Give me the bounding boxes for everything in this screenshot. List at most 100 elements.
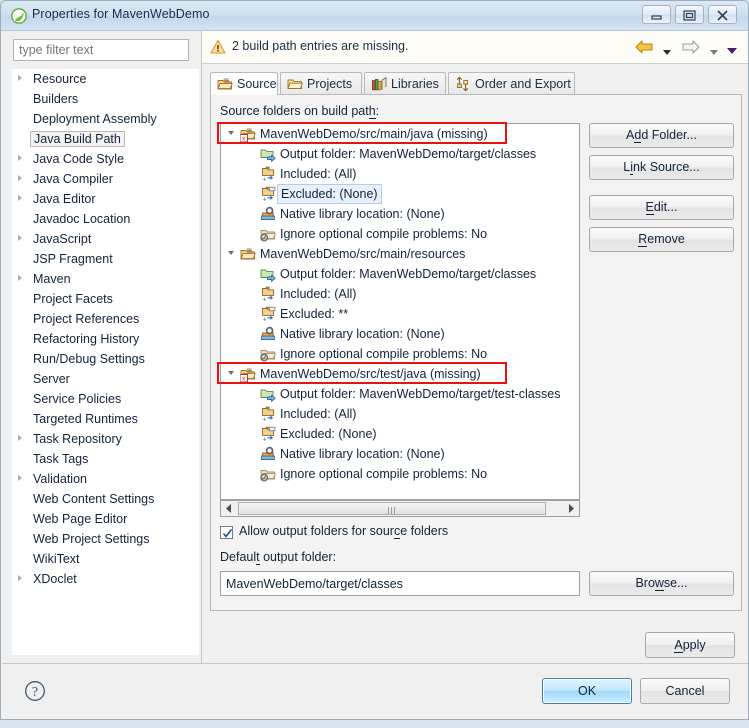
source-tree-row[interactable]: Native library location: (None) (221, 444, 579, 464)
sidebar-item-javadoc-location[interactable]: Javadoc Location (7, 209, 199, 229)
forward-arrow-icon[interactable] (681, 39, 701, 58)
source-tree-hscrollbar[interactable] (220, 500, 580, 517)
expand-arrow-icon[interactable] (18, 195, 22, 201)
sidebar-item-xdoclet[interactable]: XDoclet (7, 569, 199, 589)
sidebar-item-label: Deployment Assembly (33, 112, 157, 126)
collapse-arrow-icon[interactable] (228, 131, 234, 135)
source-tree-row[interactable]: + Excluded: (None) (221, 424, 579, 444)
sidebar-item-server[interactable]: Server (7, 369, 199, 389)
svg-text:+: + (262, 316, 266, 322)
sidebar-item-project-facets[interactable]: Project Facets (7, 289, 199, 309)
source-tree-row[interactable]: Ignore optional compile problems: No (221, 344, 579, 364)
tab-libraries[interactable]: Libraries (364, 72, 446, 95)
sidebar-item-project-references[interactable]: Project References (7, 309, 199, 329)
edit-button[interactable]: Edit... (589, 195, 734, 220)
source-tree-row-label: Included: (All) (280, 407, 357, 421)
source-tree-row[interactable]: Output folder: MavenWebDemo/target/class… (221, 144, 579, 164)
source-tree-row[interactable]: + Included: (All) (221, 284, 579, 304)
source-tree-row-label: Excluded: (None) (280, 427, 377, 441)
source-tree-row[interactable]: x MavenWebDemo/src/test/java (missing) (221, 364, 579, 384)
sidebar-item-maven[interactable]: Maven (7, 269, 199, 289)
chevron-down-icon[interactable] (726, 44, 738, 58)
sidebar-item-label: Resource (33, 72, 87, 86)
source-tree-row[interactable]: + Excluded: (None) (221, 184, 579, 204)
source-tree-row[interactable]: Ignore optional compile problems: No (221, 224, 579, 244)
default-output-pre: Defaul (220, 550, 257, 564)
apply-button[interactable]: Apply (645, 632, 735, 658)
source-folders-tree[interactable]: x MavenWebDemo/src/main/java (missing) Out… (220, 123, 580, 500)
sidebar-item-refactoring-history[interactable]: Refactoring History (7, 329, 199, 349)
source-tree-row[interactable]: Native library location: (None) (221, 324, 579, 344)
sidebar-item-java-code-style[interactable]: Java Code Style (7, 149, 199, 169)
source-folder-icon (217, 76, 233, 92)
included-icon: + (260, 166, 276, 183)
apply-mnemonic: A (674, 637, 683, 653)
sidebar-item-deployment-assembly[interactable]: Deployment Assembly (7, 109, 199, 129)
ok-label: OK (577, 684, 597, 698)
sidebar-item-resource[interactable]: Resource (7, 69, 199, 89)
source-tree-row[interactable]: + Excluded: ** (221, 304, 579, 324)
source-tree-row[interactable]: Ignore optional compile problems: No (221, 464, 579, 484)
close-button[interactable] (708, 5, 737, 24)
tab-label: Libraries (391, 77, 439, 91)
browse-button[interactable]: Browse... (589, 571, 734, 596)
expand-arrow-icon[interactable] (18, 275, 22, 281)
sidebar-item-task-repository[interactable]: Task Repository (7, 429, 199, 449)
sidebar-item-targeted-runtimes[interactable]: Targeted Runtimes (7, 409, 199, 429)
default-output-folder-label: Default output folder: (220, 550, 336, 565)
add-folder-button[interactable]: Add Folder... (589, 123, 734, 148)
back-arrow-icon[interactable] (634, 39, 654, 58)
filter-input[interactable] (13, 39, 189, 61)
remove-button[interactable]: Remove (589, 227, 734, 252)
hscroll-right-arrow-icon[interactable] (563, 501, 579, 516)
sidebar-item-jsp-fragment[interactable]: JSP Fragment (7, 249, 199, 269)
settings-tree[interactable]: Resource Builders Deployment Assembly Java … (7, 69, 199, 655)
sidebar-item-web-project-settings[interactable]: Web Project Settings (7, 529, 199, 549)
allow-output-folders-checkbox[interactable] (220, 526, 233, 539)
hscroll-thumb[interactable] (238, 502, 546, 515)
source-tree-row[interactable]: MavenWebDemo/src/main/resources (221, 244, 579, 264)
expand-arrow-icon[interactable] (18, 175, 22, 181)
help-question-icon[interactable]: ? (24, 680, 46, 702)
expand-arrow-icon[interactable] (18, 75, 22, 81)
source-tree-row[interactable]: x MavenWebDemo/src/main/java (missing) (221, 124, 579, 144)
tab-order-and-export[interactable]: Order and Export (448, 72, 575, 95)
source-tree-row[interactable]: Native library location: (None) (221, 204, 579, 224)
expand-arrow-icon[interactable] (18, 435, 22, 441)
sidebar-item-java-editor[interactable]: Java Editor (7, 189, 199, 209)
sidebar-item-javascript[interactable]: JavaScript (7, 229, 199, 249)
collapse-arrow-icon[interactable] (228, 251, 234, 255)
sidebar-item-wikitext[interactable]: WikiText (7, 549, 199, 569)
expand-arrow-icon[interactable] (18, 475, 22, 481)
expand-arrow-icon[interactable] (18, 235, 22, 241)
forward-history-chevron-down-icon[interactable] (709, 45, 719, 59)
tab-projects[interactable]: Projects (280, 72, 362, 95)
cancel-button[interactable]: Cancel (640, 678, 730, 704)
sidebar-item-java-compiler[interactable]: Java Compiler (7, 169, 199, 189)
sidebar-item-validation[interactable]: Validation (7, 469, 199, 489)
maximize-button[interactable] (675, 5, 704, 24)
ok-button[interactable]: OK (542, 678, 632, 704)
expand-arrow-icon[interactable] (18, 575, 22, 581)
sidebar-item-task-tags[interactable]: Task Tags (7, 449, 199, 469)
sidebar-item-builders[interactable]: Builders (7, 89, 199, 109)
source-tree-row[interactable]: Output folder: MavenWebDemo/target/test-… (221, 384, 579, 404)
expand-arrow-icon[interactable] (18, 155, 22, 161)
default-output-folder-input[interactable] (220, 571, 580, 596)
excluded-icon: + (260, 306, 276, 323)
source-tree-row[interactable]: + Included: (All) (221, 404, 579, 424)
sidebar-item-java-build-path[interactable]: Java Build Path (7, 129, 199, 149)
sidebar-item-web-page-editor[interactable]: Web Page Editor (7, 509, 199, 529)
minimize-button[interactable] (642, 5, 671, 24)
link-source-button[interactable]: Link Source... (589, 155, 734, 180)
collapse-arrow-icon[interactable] (228, 371, 234, 375)
sidebar-item-web-content-settings[interactable]: Web Content Settings (7, 489, 199, 509)
source-tree-row[interactable]: Output folder: MavenWebDemo/target/class… (221, 264, 579, 284)
tab-source[interactable]: Source (210, 72, 278, 95)
sidebar-item-service-policies[interactable]: Service Policies (7, 389, 199, 409)
source-tree-row[interactable]: + Included: (All) (221, 164, 579, 184)
remove-mnemonic: R (638, 232, 648, 248)
hscroll-left-arrow-icon[interactable] (221, 501, 237, 516)
sidebar-item-run-debug-settings[interactable]: Run/Debug Settings (7, 349, 199, 369)
back-history-chevron-down-icon[interactable] (662, 45, 672, 59)
